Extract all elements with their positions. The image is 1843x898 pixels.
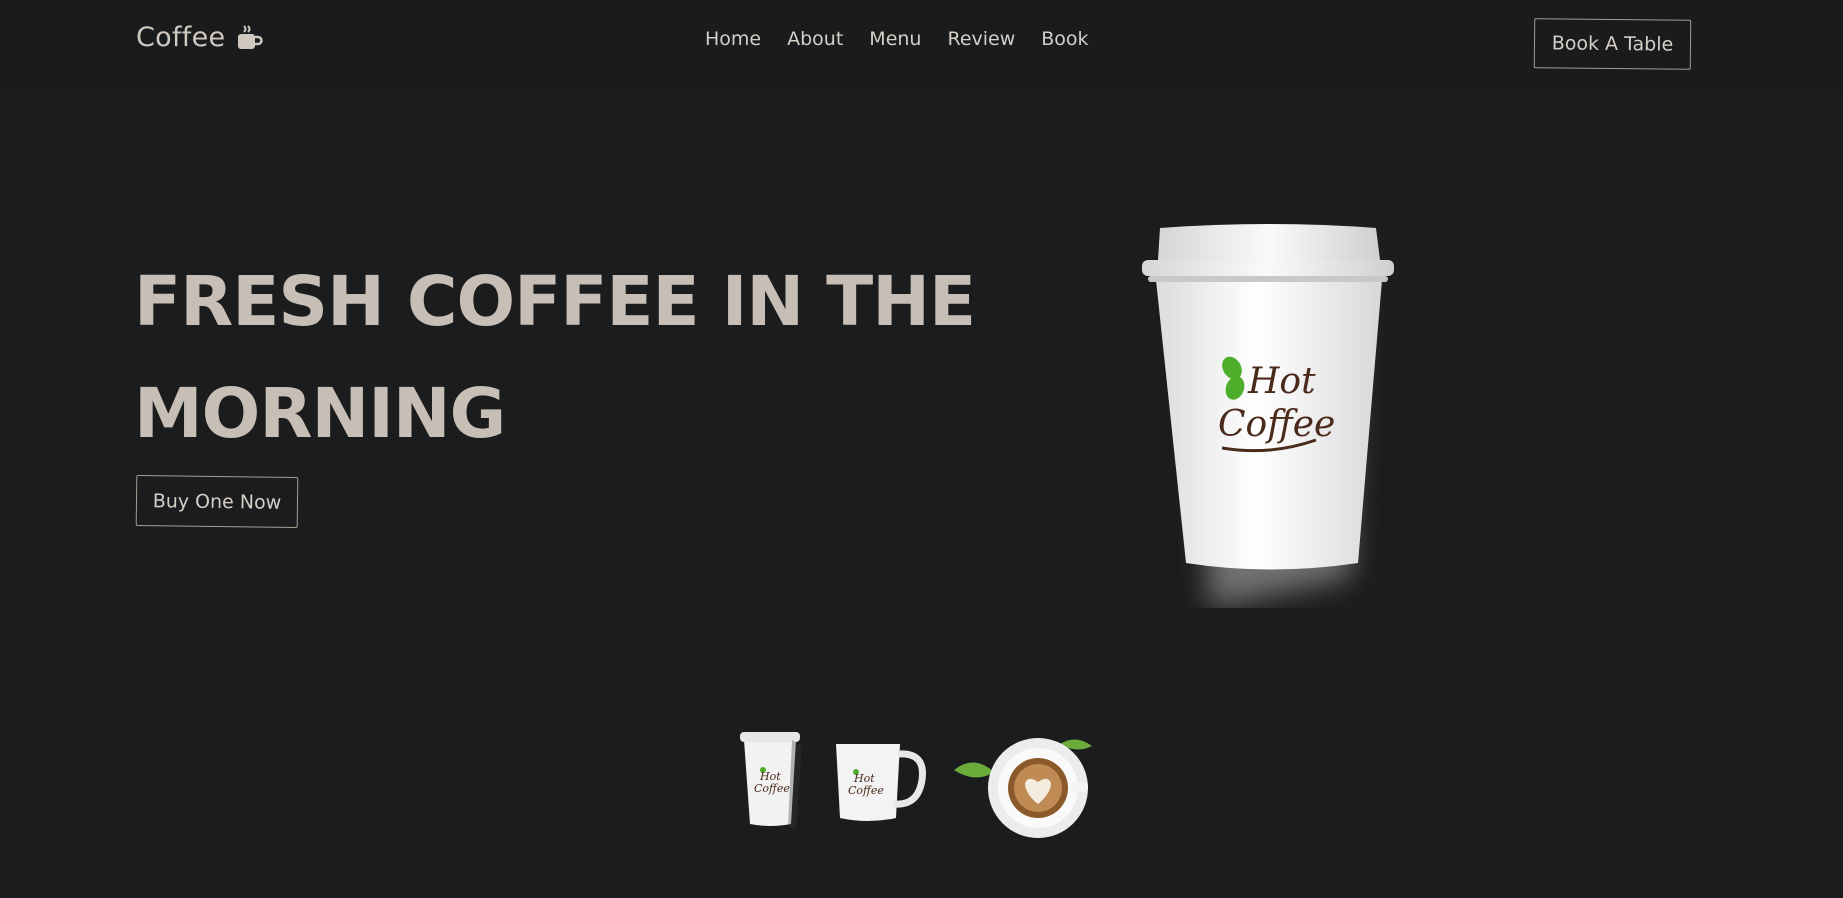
svg-text:Coffee: Coffee [848,784,884,797]
thumb-latte-cup[interactable] [952,732,1092,846]
nav-about[interactable]: About [787,28,843,50]
hero-title-line-2: MORNING [134,374,506,454]
cup-brand-line-2: Coffee [1218,404,1335,445]
cup-brand-line-1: Hot [1247,361,1316,402]
site-header: Coffee Home About Menu Review Book Book … [0,0,1843,92]
coffee-cup-icon [235,24,264,52]
thumb-paper-cup[interactable]: Hot Coffee [730,726,810,840]
buy-now-button[interactable]: Buy One Now [135,475,299,528]
nav-book[interactable]: Book [1041,28,1088,50]
nav-home[interactable]: Home [705,28,761,50]
nav-review[interactable]: Review [947,28,1015,50]
hero-title: FRESH COFFEE IN THE MORNING [134,246,1034,470]
nav-menu[interactable]: Menu [869,28,921,50]
hero-title-line-1: FRESH COFFEE IN THE [134,262,976,342]
thumb-mug[interactable]: Hot Coffee [832,740,932,844]
book-table-button[interactable]: Book A Table [1533,18,1692,70]
logo-text: Coffee [136,22,226,53]
main-nav: Home About Menu Review Book [705,28,1089,50]
logo[interactable]: Coffee [136,22,264,53]
hero-coffee-cup-image: Hot Coffee [1130,218,1470,612]
svg-text:Coffee: Coffee [754,782,790,795]
